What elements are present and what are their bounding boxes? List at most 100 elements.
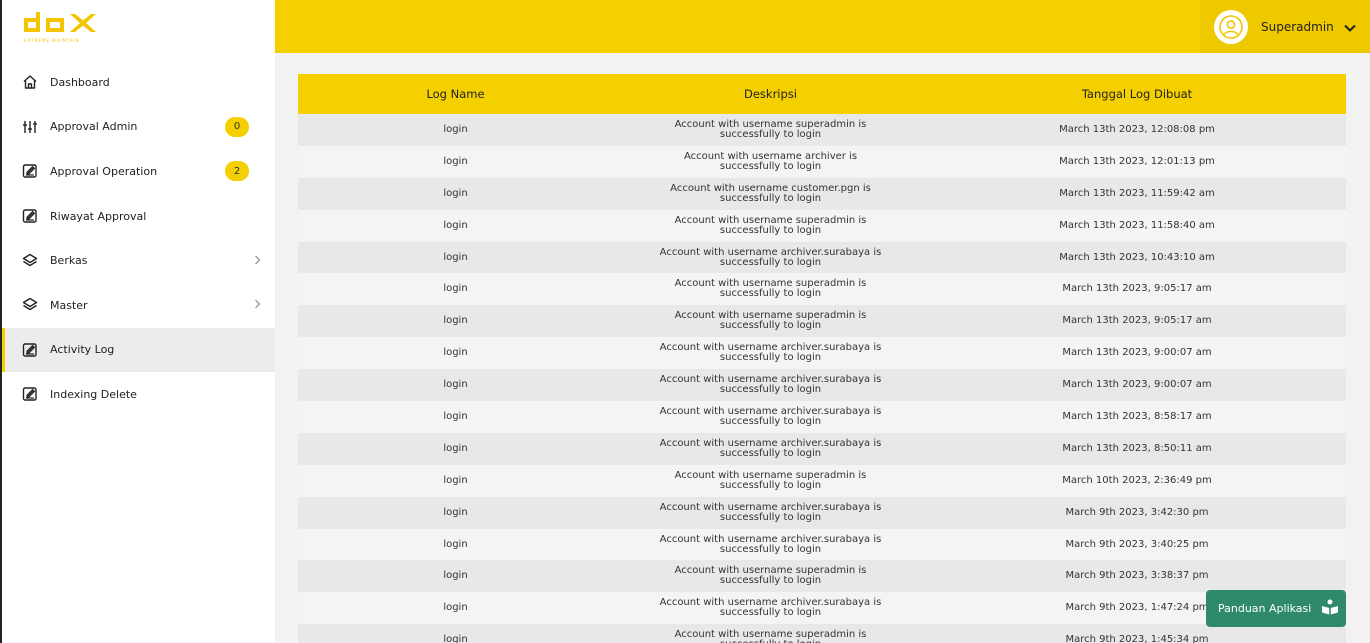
user-avatar-icon: [1214, 9, 1248, 44]
sidebar-item-label: Activity Log: [50, 343, 115, 357]
description-cell: Account with username archiver.surabaya …: [659, 246, 882, 268]
description-cell: Account with username archiver.surabaya …: [659, 405, 882, 427]
sidebar-item-indexing-delete[interactable]: Indexing Delete: [2, 372, 275, 417]
user-name: Superadmin: [1261, 19, 1334, 34]
table-row: login Account with username archiver.sura…: [298, 369, 1346, 402]
table-row: login Account with username archiver.sura…: [298, 432, 1346, 465]
sidebar-item-approval-admin[interactable]: Approval Admin 0: [2, 105, 275, 150]
table-row: login Account with username archiver.sura…: [298, 592, 1346, 625]
count-badge: 2: [225, 161, 249, 182]
user-menu[interactable]: Superadmin: [1200, 0, 1370, 53]
description-cell: Account with username superadmin is succ…: [674, 278, 867, 300]
sidebar-item-label: Approval Admin: [50, 120, 138, 134]
table-row: login Account with username superadmin is…: [298, 560, 1346, 593]
description-cell: Account with username superadmin is succ…: [674, 118, 867, 140]
sliders-icon: [22, 119, 38, 135]
home-icon: [22, 74, 38, 90]
date-cell: March 13th 2023, 9:00:07 am: [1062, 379, 1212, 391]
log-name-cell: login: [443, 347, 468, 359]
description-cell: Account with username archiver.surabaya …: [659, 501, 882, 523]
description-cell: Account with username archiver is succes…: [683, 150, 858, 172]
edit-icon: [22, 386, 38, 402]
log-name-cell: login: [443, 570, 468, 582]
sidebar-item-label: Riwayat Approval: [50, 209, 147, 223]
date-cell: March 13th 2023, 9:00:07 am: [1062, 347, 1212, 359]
top-header: Superadmin: [275, 0, 1370, 53]
sidebar-item-master[interactable]: Master: [2, 283, 275, 328]
description-cell: Account with username archiver.surabaya …: [659, 437, 882, 459]
description-cell: Account with username superadmin is succ…: [674, 310, 867, 332]
table-row: login Account with username superadmin is…: [298, 273, 1346, 306]
date-cell: March 9th 2023, 1:45:34 pm: [1065, 634, 1209, 643]
date-cell: March 9th 2023, 3:38:37 pm: [1065, 570, 1209, 582]
description-cell: Account with username superadmin is succ…: [674, 565, 867, 587]
log-name-cell: login: [443, 219, 468, 231]
count-badge: 0: [225, 116, 249, 137]
table-row: login Account with username archiver is s…: [298, 145, 1346, 178]
sidebar-item-label: Approval Operation: [50, 164, 158, 178]
table-row: login Account with username superadmin is…: [298, 464, 1346, 497]
description-cell: Account with username superadmin is succ…: [674, 469, 867, 491]
sidebar-item-label: Dashboard: [50, 75, 110, 89]
dox-logo[interactable]: EXTREME MAINTAIN: [22, 10, 102, 44]
activity-log-table: Log Name Deskripsi Tanggal Log Dibuat lo…: [298, 74, 1346, 643]
table-row: login Account with username archiver.sura…: [298, 401, 1346, 433]
sidebar-item-label: Berkas: [50, 254, 88, 268]
layers-icon: [22, 297, 38, 313]
log-name-cell: login: [443, 410, 468, 422]
date-cell: March 13th 2023, 12:01:13 pm: [1059, 155, 1215, 167]
table-row: login Account with username superadmin is…: [298, 209, 1346, 242]
description-cell: Account with username customer.pgn is su…: [670, 182, 871, 204]
log-name-cell: login: [443, 251, 468, 263]
log-name-cell: login: [443, 602, 468, 614]
edit-icon: [22, 163, 38, 179]
description-cell: Account with username archiver.surabaya …: [659, 533, 882, 555]
logo-tagline: EXTREME MAINTAIN: [24, 38, 80, 43]
log-name-cell: login: [443, 283, 468, 295]
description-cell: Account with username archiver.surabaya …: [659, 342, 882, 364]
log-name-cell: login: [443, 506, 468, 518]
chevron-down-icon: [1344, 17, 1356, 36]
layers-icon: [22, 253, 38, 269]
main-content: Log Name Deskripsi Tanggal Log Dibuat lo…: [275, 53, 1370, 643]
date-cell: March 13th 2023, 9:05:17 am: [1062, 315, 1212, 327]
table-header-row: Log Name Deskripsi Tanggal Log Dibuat: [298, 74, 1346, 114]
panduan-aplikasi-button[interactable]: Panduan Aplikasi: [1206, 590, 1346, 627]
sidebar-nav: Dashboard Approval Admin 0 Approval Operati…: [2, 60, 275, 417]
dox-logo-mark: [24, 12, 96, 32]
column-header-log-name[interactable]: Log Name: [298, 74, 613, 114]
table-row: login Account with username superadmin is…: [298, 624, 1346, 643]
table-row: login Account with username archiver.sura…: [298, 337, 1346, 370]
log-name-cell: login: [443, 538, 468, 550]
date-cell: March 13th 2023, 12:08:08 pm: [1059, 123, 1215, 135]
book-reader-icon: [1321, 599, 1339, 618]
sidebar-item-activity-log[interactable]: Activity Log: [2, 327, 275, 373]
help-button-label: Panduan Aplikasi: [1218, 602, 1312, 615]
date-cell: March 13th 2023, 10:43:10 am: [1059, 251, 1215, 263]
date-cell: March 13th 2023, 8:58:17 am: [1062, 410, 1212, 422]
description-cell: Account with username archiver.surabaya …: [659, 597, 882, 619]
sidebar-item-label: Indexing Delete: [50, 387, 137, 401]
description-cell: Account with username superadmin is succ…: [674, 214, 867, 236]
column-header-deskripsi[interactable]: Deskripsi: [613, 74, 928, 114]
sidebar-item-label: Master: [50, 298, 88, 312]
table-row: login Account with username archiver.sura…: [298, 528, 1346, 561]
table-row: login Account with username archiver.sura…: [298, 496, 1346, 529]
log-name-cell: login: [443, 634, 468, 643]
sidebar-item-dashboard[interactable]: Dashboard: [2, 60, 275, 105]
sidebar-item-riwayat-approval[interactable]: Riwayat Approval: [2, 194, 275, 239]
log-name-cell: login: [443, 315, 468, 327]
chevron-right-icon: [254, 298, 261, 312]
column-header-tanggal[interactable]: Tanggal Log Dibuat: [928, 74, 1346, 114]
table-row: login Account with username superadmin is…: [298, 114, 1346, 146]
sidebar-item-berkas[interactable]: Berkas: [2, 238, 275, 283]
table-row: login Account with username superadmin is…: [298, 305, 1346, 338]
log-name-cell: login: [443, 187, 468, 199]
sidebar-item-approval-operation[interactable]: Approval Operation 2: [2, 149, 275, 194]
date-cell: March 9th 2023, 3:40:25 pm: [1065, 538, 1209, 550]
table-row: login Account with username archiver.sura…: [298, 241, 1346, 274]
date-cell: March 13th 2023, 11:59:42 am: [1059, 187, 1215, 199]
date-cell: March 13th 2023, 11:58:40 am: [1059, 219, 1215, 231]
sidebar: EXTREME MAINTAIN Dashboard Approval Admin…: [0, 0, 275, 643]
log-name-cell: login: [443, 474, 468, 486]
